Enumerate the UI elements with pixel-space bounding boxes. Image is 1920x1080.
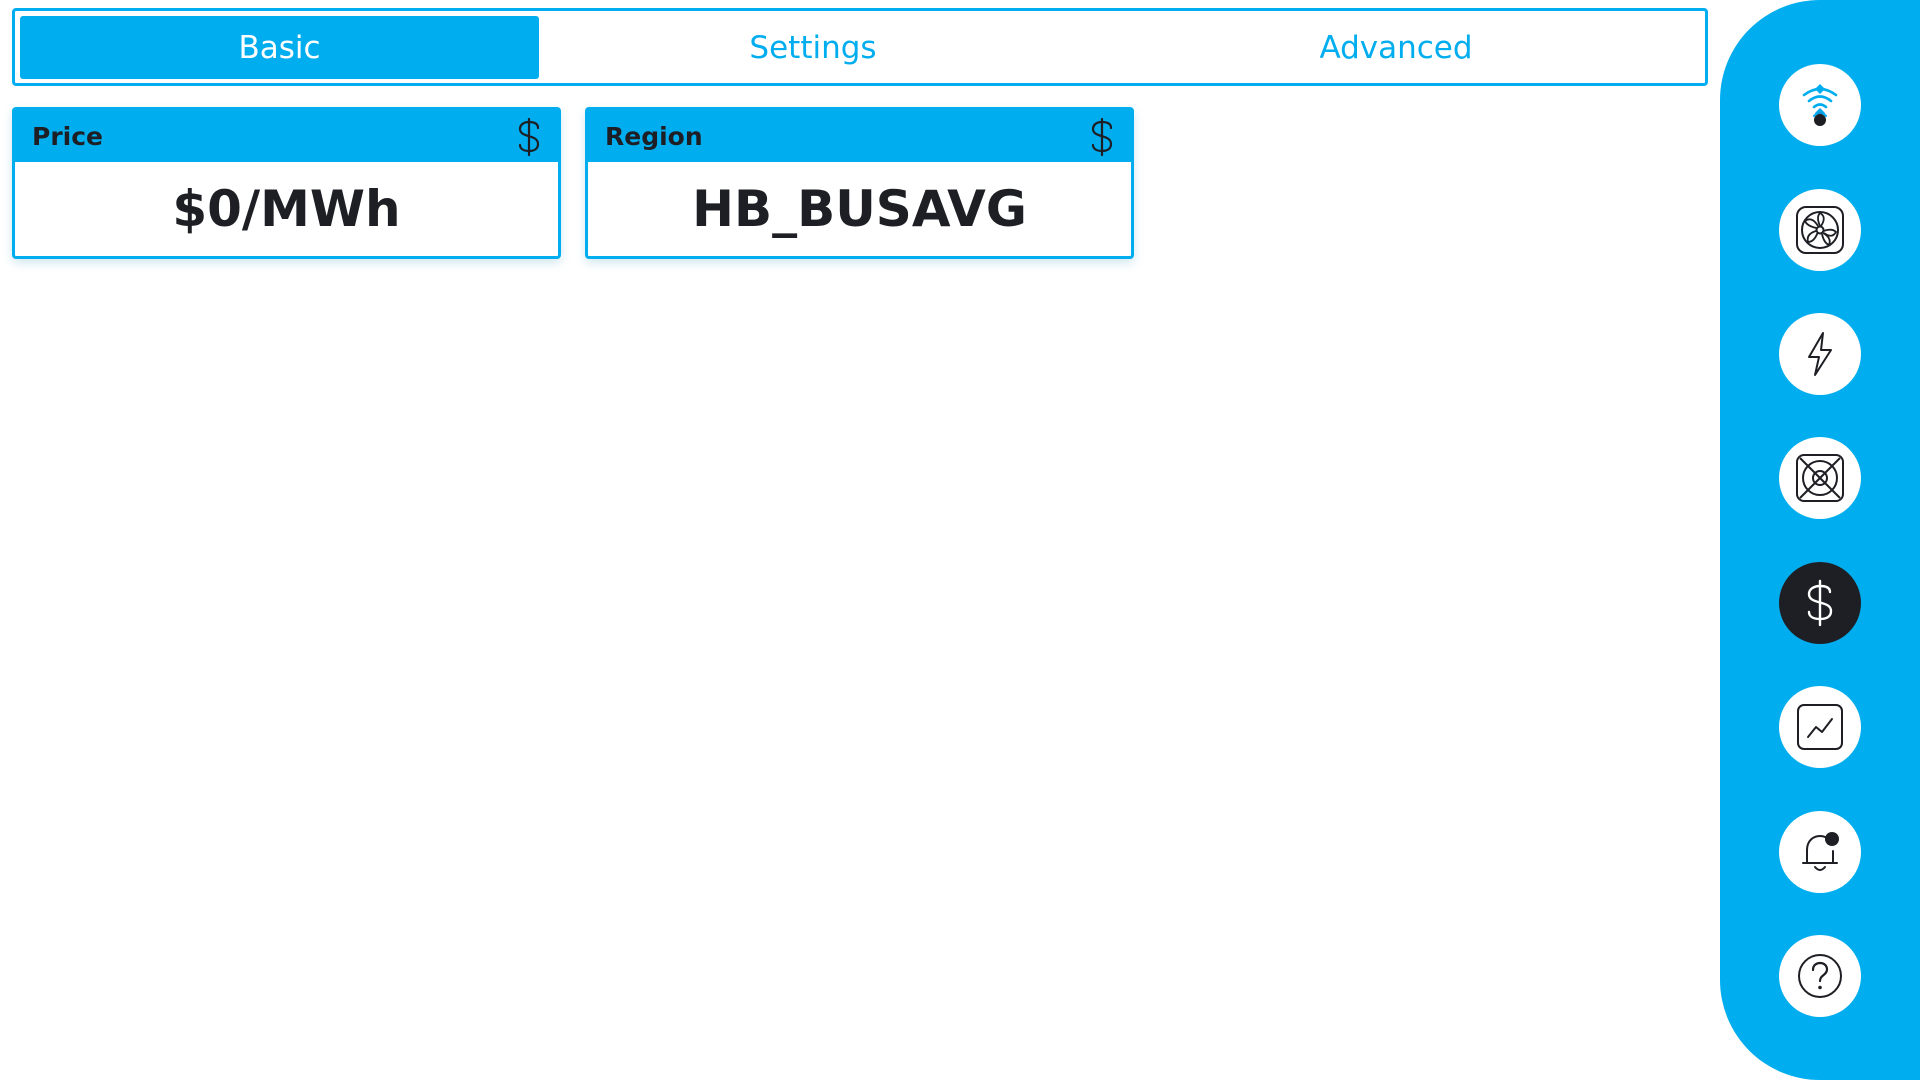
price-card-title: Price (32, 121, 103, 151)
dollar-icon (1807, 579, 1833, 627)
sidebar-item-pool[interactable] (1779, 64, 1861, 146)
dollar-icon (1087, 117, 1117, 157)
chart-icon (1797, 704, 1843, 750)
tab-bar: Basic Settings Advanced (12, 8, 1708, 86)
sidebar-item-notifications[interactable] (1779, 811, 1861, 893)
price-value: $0/MWh (172, 180, 401, 238)
lightning-icon (1808, 332, 1832, 376)
dollar-icon (514, 117, 544, 157)
region-card-title: Region (605, 121, 703, 151)
sidebar-item-help[interactable] (1779, 935, 1861, 1017)
region-card: Region HB_BUSAVG (585, 107, 1134, 259)
miner-unit-icon (1796, 454, 1844, 502)
bell-icon (1802, 832, 1839, 871)
sidebar-item-fan[interactable] (1779, 189, 1861, 271)
help-icon (1798, 954, 1842, 998)
tab-basic[interactable]: Basic (20, 16, 539, 79)
region-card-header: Region (588, 110, 1131, 162)
tab-settings[interactable]: Settings (539, 16, 1087, 79)
region-value: HB_BUSAVG (692, 180, 1027, 238)
price-card-header: Price (15, 110, 558, 162)
sidebar (1720, 0, 1920, 1080)
fan-icon (1796, 206, 1844, 254)
tab-advanced[interactable]: Advanced (1087, 16, 1705, 79)
sidebar-item-chart[interactable] (1779, 686, 1861, 768)
price-card: Price $0/MWh (12, 107, 561, 259)
sidebar-item-miner[interactable] (1779, 437, 1861, 519)
wifi-pool-icon (1802, 84, 1838, 126)
sidebar-item-power[interactable] (1779, 313, 1861, 395)
sidebar-item-pricing[interactable] (1779, 562, 1861, 644)
